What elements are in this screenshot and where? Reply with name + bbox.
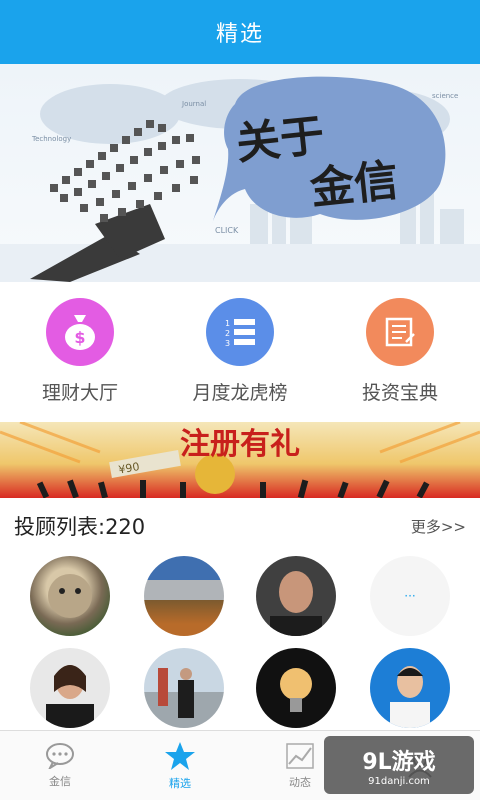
money-bag-icon: $ (46, 298, 114, 366)
promo-title: 注册有礼 (180, 427, 300, 462)
banner-tag: CLICK (215, 226, 239, 235)
title-bar: 精选 (0, 0, 480, 64)
quick-links: $ 理财大厅 1 2 3 月度龙虎榜 投资宝典 (0, 282, 480, 422)
more-link[interactable]: 更多>> (411, 516, 466, 537)
svg-text:2: 2 (225, 329, 230, 338)
promo-banner[interactable]: ¥90 注册有礼 (0, 422, 480, 498)
svg-text:3: 3 (225, 339, 230, 347)
ellipsis-icon: ··· (404, 589, 416, 603)
page-title: 精选 (215, 22, 264, 47)
tab-jinxin[interactable]: 金信 (0, 731, 120, 800)
tab-featured[interactable]: 精选 (120, 731, 240, 800)
watermark: 9L游戏 91danji.com (324, 736, 474, 794)
advisor-avatar[interactable] (256, 556, 336, 636)
advisor-avatar[interactable] (370, 648, 450, 728)
svg-text:$: $ (74, 328, 85, 347)
tab-label: 金信 (49, 774, 71, 788)
promo-amount: ¥90 (118, 460, 141, 476)
about-banner[interactable]: 关于 金信 Technology Journal science CLICK (0, 64, 480, 282)
advisor-avatar[interactable] (30, 556, 110, 636)
advisor-avatar[interactable] (144, 556, 224, 636)
banner-tag: Technology (31, 135, 71, 143)
advisor-list-title: 投顾列表:220 (14, 515, 146, 539)
tab-label: 动态 (289, 775, 311, 789)
advisor-avatar[interactable] (144, 648, 224, 728)
quick-link-finance-hall[interactable]: $ 理财大厅 (5, 298, 155, 422)
quick-link-label: 月度龙虎榜 (192, 382, 288, 404)
document-icon (366, 298, 434, 366)
svg-text:1: 1 (225, 319, 230, 328)
more-advisors-button[interactable]: ··· (370, 556, 450, 636)
watermark-site: 91danji.com (368, 775, 430, 787)
advisor-grid: ··· (0, 556, 480, 730)
chat-bubble-icon (46, 742, 74, 769)
quick-link-label: 理财大厅 (41, 382, 118, 404)
banner-headline-1: 关于 (234, 110, 327, 170)
advisor-section-header: 投顾列表:220 更多>> (0, 506, 480, 546)
banner-tag: Journal (181, 100, 206, 108)
chart-icon (286, 742, 314, 769)
advisor-avatar[interactable] (256, 648, 336, 728)
promo-illustration: ¥90 注册有礼 (0, 422, 480, 498)
watermark-brand: 9L游戏 (362, 749, 436, 775)
numbered-list-icon: 1 2 3 (206, 298, 274, 366)
advisor-avatar[interactable] (30, 648, 110, 728)
banner-illustration: 关于 金信 Technology Journal science CLICK (0, 76, 480, 282)
star-icon (165, 741, 195, 770)
banner-headline-2: 金信 (307, 155, 401, 215)
quick-link-label: 投资宝典 (361, 382, 438, 404)
banner-tag: science (432, 92, 458, 100)
tab-label: 精选 (169, 776, 191, 790)
quick-link-investment-guide[interactable]: 投资宝典 (325, 298, 475, 422)
quick-link-monthly-ranking[interactable]: 1 2 3 月度龙虎榜 (165, 298, 315, 422)
